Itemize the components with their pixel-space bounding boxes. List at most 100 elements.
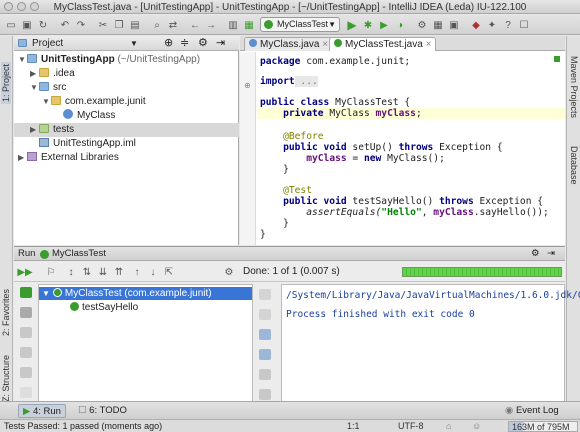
help-icon[interactable]: ? <box>501 18 515 32</box>
project-panel-title[interactable]: Project <box>32 36 63 51</box>
find-icon[interactable]: ⌕ <box>150 18 164 32</box>
make-icon[interactable]: ▥ <box>226 18 240 32</box>
export-icon[interactable]: ⇱ <box>162 265 176 279</box>
tool-window-bar: ▶ 4: Run ☐ 6: TODO ◉ Event Log <box>0 401 580 419</box>
print-icon[interactable] <box>259 369 271 380</box>
class-icon <box>249 39 257 47</box>
next-failed-icon[interactable]: ↓ <box>146 265 160 279</box>
build-icon[interactable]: ▦ <box>242 18 256 32</box>
close-tab-icon[interactable]: × <box>322 39 328 50</box>
paste-icon[interactable]: ▤ <box>128 18 142 32</box>
previous-failed-icon[interactable]: ↑ <box>130 265 144 279</box>
tab-event-log[interactable]: ◉ Event Log <box>505 402 559 420</box>
sort-duration-icon[interactable]: ⇅ <box>80 265 94 279</box>
stop-icon[interactable] <box>20 307 32 318</box>
hide-panel-icon[interactable]: ⇥ <box>547 247 555 261</box>
tab-myclass-java[interactable]: MyClass.java × <box>244 37 334 51</box>
run-configuration-select[interactable]: MyClassTest ▼ <box>260 17 340 32</box>
scroll-to-end-icon[interactable] <box>259 349 271 360</box>
minimize-button[interactable] <box>17 2 26 11</box>
gear-icon[interactable]: ⚙ <box>531 247 540 261</box>
tab-myclasstest-java[interactable]: MyClassTest.java × <box>329 37 437 51</box>
left-tool-strip: 1: Project 2: Favorites Z: Structure <box>0 36 13 402</box>
copy-icon[interactable]: ❐ <box>112 18 126 32</box>
undo-icon[interactable]: ↶ <box>58 18 72 32</box>
scroll-down-icon[interactable] <box>259 309 271 320</box>
run-icon[interactable]: ▶ <box>345 18 359 32</box>
tab-favorites[interactable]: 2: Favorites <box>1 289 11 336</box>
open-folder-icon[interactable]: ▭ <box>4 18 18 32</box>
rerun-icon[interactable]: ▶▶ <box>17 265 32 279</box>
plugins-icon[interactable]: ✦ <box>485 18 499 32</box>
gear-icon[interactable]: ⚙ <box>198 36 208 51</box>
zoom-button[interactable] <box>30 2 39 11</box>
tree-item-idea[interactable]: ▶ .idea <box>30 67 75 81</box>
tree-item-test-method[interactable]: testSayHello <box>70 301 138 314</box>
tree-item-tests[interactable]: ▶ tests <box>14 123 239 137</box>
collapse-all-icon[interactable]: ≑ <box>180 36 189 51</box>
save-icon[interactable]: ▣ <box>20 18 34 32</box>
file-encoding[interactable]: UTF-8 <box>398 420 424 432</box>
forward-icon[interactable]: → <box>204 18 218 32</box>
runner-settings-icon[interactable]: ⚙ <box>222 265 236 279</box>
sdk-icon[interactable]: ▣ <box>447 18 461 32</box>
tab-maven-projects[interactable]: Maven Projects <box>569 56 579 118</box>
tasks-icon[interactable]: ☐ <box>517 18 531 32</box>
scroll-from-source-icon[interactable]: ⊕ <box>164 36 173 51</box>
coverage-icon[interactable]: ▶ <box>377 18 391 32</box>
tree-item-project-root[interactable]: ▼ UnitTestingApp (~/UnitTestingApp) <box>18 53 200 67</box>
redo-icon[interactable]: ↷ <box>74 18 88 32</box>
tree-item-iml[interactable]: UnitTestingApp.iml <box>39 137 136 151</box>
console-output[interactable]: /System/Library/Java/JavaVirtualMachines… <box>281 284 580 402</box>
console-line-command[interactable]: /System/Library/Java/JavaVirtualMachines… <box>286 290 580 301</box>
test-tree-icon[interactable]: ⚐ <box>44 265 58 279</box>
structure-icon[interactable]: ▦ <box>431 18 445 32</box>
tab-todo[interactable]: ☐ 6: TODO <box>78 402 127 420</box>
sort-alpha-icon[interactable]: ↕ <box>64 265 78 279</box>
inspector-icon[interactable]: ☺ <box>472 420 481 432</box>
tab-run[interactable]: ▶ 4: Run <box>18 404 66 418</box>
tree-item-src[interactable]: ▼ src <box>30 81 66 95</box>
close-tab-icon[interactable]: × <box>426 39 432 50</box>
close-button[interactable] <box>4 2 13 11</box>
fold-icon[interactable]: ⊕ <box>244 81 251 90</box>
tree-item-package[interactable]: ▼ com.example.junit <box>42 95 146 109</box>
scroll-up-icon[interactable] <box>259 289 271 300</box>
caret-position[interactable]: 1:1 <box>347 420 360 432</box>
tab-project[interactable]: 1: Project <box>1 61 11 104</box>
junit-config-icon <box>264 20 273 29</box>
test-passed-icon <box>70 302 79 311</box>
replace-icon[interactable]: ⇄ <box>166 18 180 32</box>
tree-item-myclass[interactable]: MyClass <box>63 109 115 123</box>
debug-icon[interactable]: ✱ <box>361 18 375 32</box>
restore-layout-icon[interactable] <box>20 327 32 338</box>
tree-item-test-class[interactable]: ▼ MyClassTest (com.example.junit) <box>39 287 252 300</box>
clear-all-icon[interactable] <box>259 389 271 400</box>
project-panel-header: Project ▼ ⊕ ≑ ⚙ ⇥ <box>14 36 239 51</box>
sync-icon[interactable]: ↻ <box>36 18 50 32</box>
memory-indicator[interactable]: 163M of 795M <box>508 421 578 432</box>
help-icon[interactable] <box>20 387 32 398</box>
tab-structure[interactable]: Z: Structure <box>1 355 11 402</box>
run-tab-label[interactable]: MyClassTest <box>52 247 106 261</box>
window-controls <box>4 2 39 11</box>
soft-wrap-icon[interactable] <box>259 329 271 340</box>
editor-gutter: ⊕ <box>240 52 256 245</box>
cut-icon[interactable]: ✂ <box>96 18 110 32</box>
close-run-icon[interactable] <box>20 367 32 378</box>
tab-database[interactable]: Database <box>569 146 579 185</box>
expand-all-icon[interactable]: ⇊ <box>96 265 110 279</box>
test-progress-fill <box>403 268 561 276</box>
rerun-tests-icon[interactable] <box>20 287 32 298</box>
collapse-all-icon[interactable]: ⇈ <box>112 265 126 279</box>
project-panel: Project ▼ ⊕ ≑ ⚙ ⇥ ▼ UnitTestingApp (~/Uni… <box>14 36 239 245</box>
hide-panel-icon[interactable]: ⇥ <box>216 36 225 51</box>
tree-item-external-libraries[interactable]: ▶ External Libraries <box>18 151 119 165</box>
profile-icon[interactable]: ◑ <box>393 18 407 32</box>
back-icon[interactable]: ← <box>188 18 202 32</box>
pin-tab-icon[interactable] <box>20 347 32 358</box>
settings-icon[interactable]: ⚙ <box>415 18 429 32</box>
lock-icon[interactable]: ⌂ <box>446 420 451 432</box>
chevron-down-icon[interactable]: ▼ <box>130 36 138 51</box>
vcs-icon[interactable]: ◆ <box>469 18 483 32</box>
